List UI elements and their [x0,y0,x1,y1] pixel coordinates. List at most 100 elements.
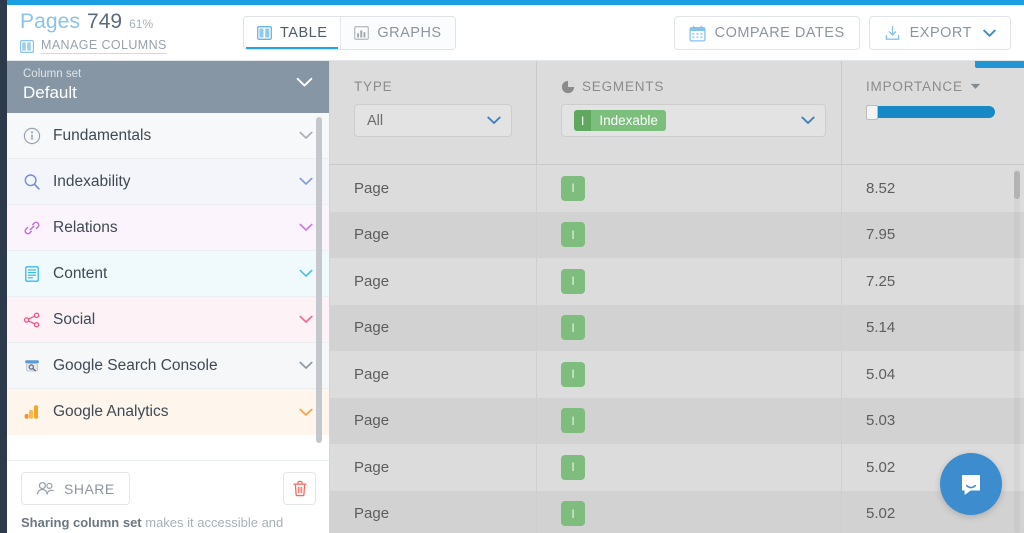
sidebar-item-label: Social [53,310,96,328]
magnifier-icon [22,173,41,191]
segment-badge: I [561,222,585,248]
slider-handle[interactable] [866,105,878,120]
type-filter-value: All [367,112,384,129]
table-scrollbar-thumb[interactable] [1014,171,1020,199]
cell-segments: I [537,397,842,444]
cell-importance: 8.52 [866,179,896,197]
sidebar-item-google-search-console[interactable]: Google Search Console [7,343,329,389]
delete-column-set-button[interactable] [283,472,316,505]
table-icon [257,26,272,40]
share-button-label: SHARE [64,480,115,497]
table-row[interactable]: Page I 5.03 [330,397,1024,444]
sidebar-item-social[interactable]: Social [7,297,329,343]
tab-table-label: TABLE [280,25,328,41]
manage-columns-link[interactable]: MANAGE COLUMNS [20,38,167,54]
segment-badge: I [561,454,585,480]
google-analytics-icon [22,403,41,421]
column-header-segments: SEGMENTS I Indexable [537,61,842,164]
header-left: Pages 749 61% MANAGE COLUMNS [20,10,167,54]
sidebar-item-label: Indexability [53,172,131,190]
cell-type: Page [330,351,537,398]
segment-chip-label: Indexable [591,110,666,131]
table-row[interactable]: Page I 8.52 [330,165,1024,212]
sidebar-item-label: Fundamentals [53,126,152,144]
chevron-down-icon [299,223,313,231]
cell-importance: 5.03 [866,412,896,430]
page-title: Pages 749 61% [20,10,167,34]
column-set-label: Column set [23,68,82,80]
sidebar-item-label: Google Analytics [53,403,169,420]
cell-type: Page [330,444,537,491]
table-row[interactable]: Page I 5.14 [330,304,1024,351]
segment-badge: I [561,501,585,527]
type-filter-select[interactable]: All [354,104,512,137]
cell-segments: I [537,444,842,491]
column-header-type-label: TYPE [354,79,536,94]
cell-segments: I [537,351,842,398]
page-header: Pages 749 61% MANAGE COLUMNS TABLE GRAPH… [7,5,1024,61]
segment-chip-key: I [574,110,592,131]
cell-segments: I [537,304,842,351]
table-row[interactable]: Page I 5.02 [330,490,1024,533]
export-button[interactable]: EXPORT [868,16,1011,50]
tab-graphs[interactable]: GRAPHS [340,17,455,49]
segment-badge: I [561,268,585,294]
chevron-down-icon [299,177,313,185]
cell-type: Page [330,165,537,212]
page-percent: 61% [129,17,154,31]
sidebar-item-fundamentals[interactable]: Fundamentals [7,113,329,159]
sidebar-item-google-analytics[interactable]: Google Analytics [7,389,329,435]
header-actions: COMPARE DATES EXPORT [673,16,1011,50]
column-header-segments-label: SEGMENTS [561,79,841,94]
table-row[interactable]: Page I 7.25 [330,258,1024,305]
compare-dates-label: COMPARE DATES [714,25,845,41]
columns-icon [20,39,34,53]
sidebar-item-content[interactable]: Content [7,251,329,297]
compare-dates-button[interactable]: COMPARE DATES [673,16,860,50]
share-section: SHARE Sharing column set makes it access… [7,460,329,533]
cell-type: Page [330,258,537,305]
column-header-importance-label[interactable]: IMPORTANCE Filter active [866,61,1024,94]
column-set-value: Default [23,83,77,102]
left-navigation-rail [0,0,7,533]
chevron-down-icon [299,131,313,139]
segment-badge: I [561,361,585,387]
cell-type: Page [330,490,537,533]
app-root: Pages 749 61% MANAGE COLUMNS TABLE GRAPH… [0,0,1024,533]
chevron-down-icon [983,29,996,37]
bar-chart-icon [354,26,370,40]
importance-range-slider[interactable] [866,105,995,120]
cell-segments: I [537,258,842,305]
export-label: EXPORT [909,25,972,41]
chevron-down-icon [299,408,313,416]
tab-table[interactable]: TABLE [244,17,341,49]
view-toggle-group: TABLE GRAPHS [243,16,456,50]
sidebar-item-relations[interactable]: Relations [7,205,329,251]
table-row[interactable]: Page I 5.04 [330,351,1024,398]
category-list: Fundamentals Indexability Relations Cont… [7,113,329,461]
data-table: TYPE All SEGMENTS I Indexable IMPORTANCE… [330,61,1024,533]
chevron-down-icon [487,116,501,124]
cell-importance: 7.25 [866,272,896,290]
pie-icon [561,80,575,93]
manage-columns-label[interactable]: MANAGE COLUMNS [41,38,167,54]
document-icon [22,265,41,283]
page-title-label: Pages [20,10,81,33]
column-set-selector[interactable]: Column set Default [7,61,329,113]
sidebar-scrollbar[interactable] [316,117,322,443]
sort-descending-icon [970,83,980,89]
sidebar-item-indexability[interactable]: Indexability [7,159,329,205]
chevron-down-icon [299,315,313,323]
segments-filter-select[interactable]: I Indexable [561,104,826,137]
link-icon [22,219,41,237]
share-actions-row: SHARE [21,472,316,505]
calendar-icon [689,25,706,42]
chat-widget-button[interactable] [940,453,1002,515]
cell-importance: 5.04 [866,365,896,383]
cell-segments: I [537,490,842,533]
share-button[interactable]: SHARE [21,472,130,505]
column-header-importance: IMPORTANCE Filter active [842,61,1024,164]
table-row[interactable]: Page I 5.02 [330,444,1024,491]
slider-track [871,106,995,118]
table-row[interactable]: Page I 7.95 [330,211,1024,258]
